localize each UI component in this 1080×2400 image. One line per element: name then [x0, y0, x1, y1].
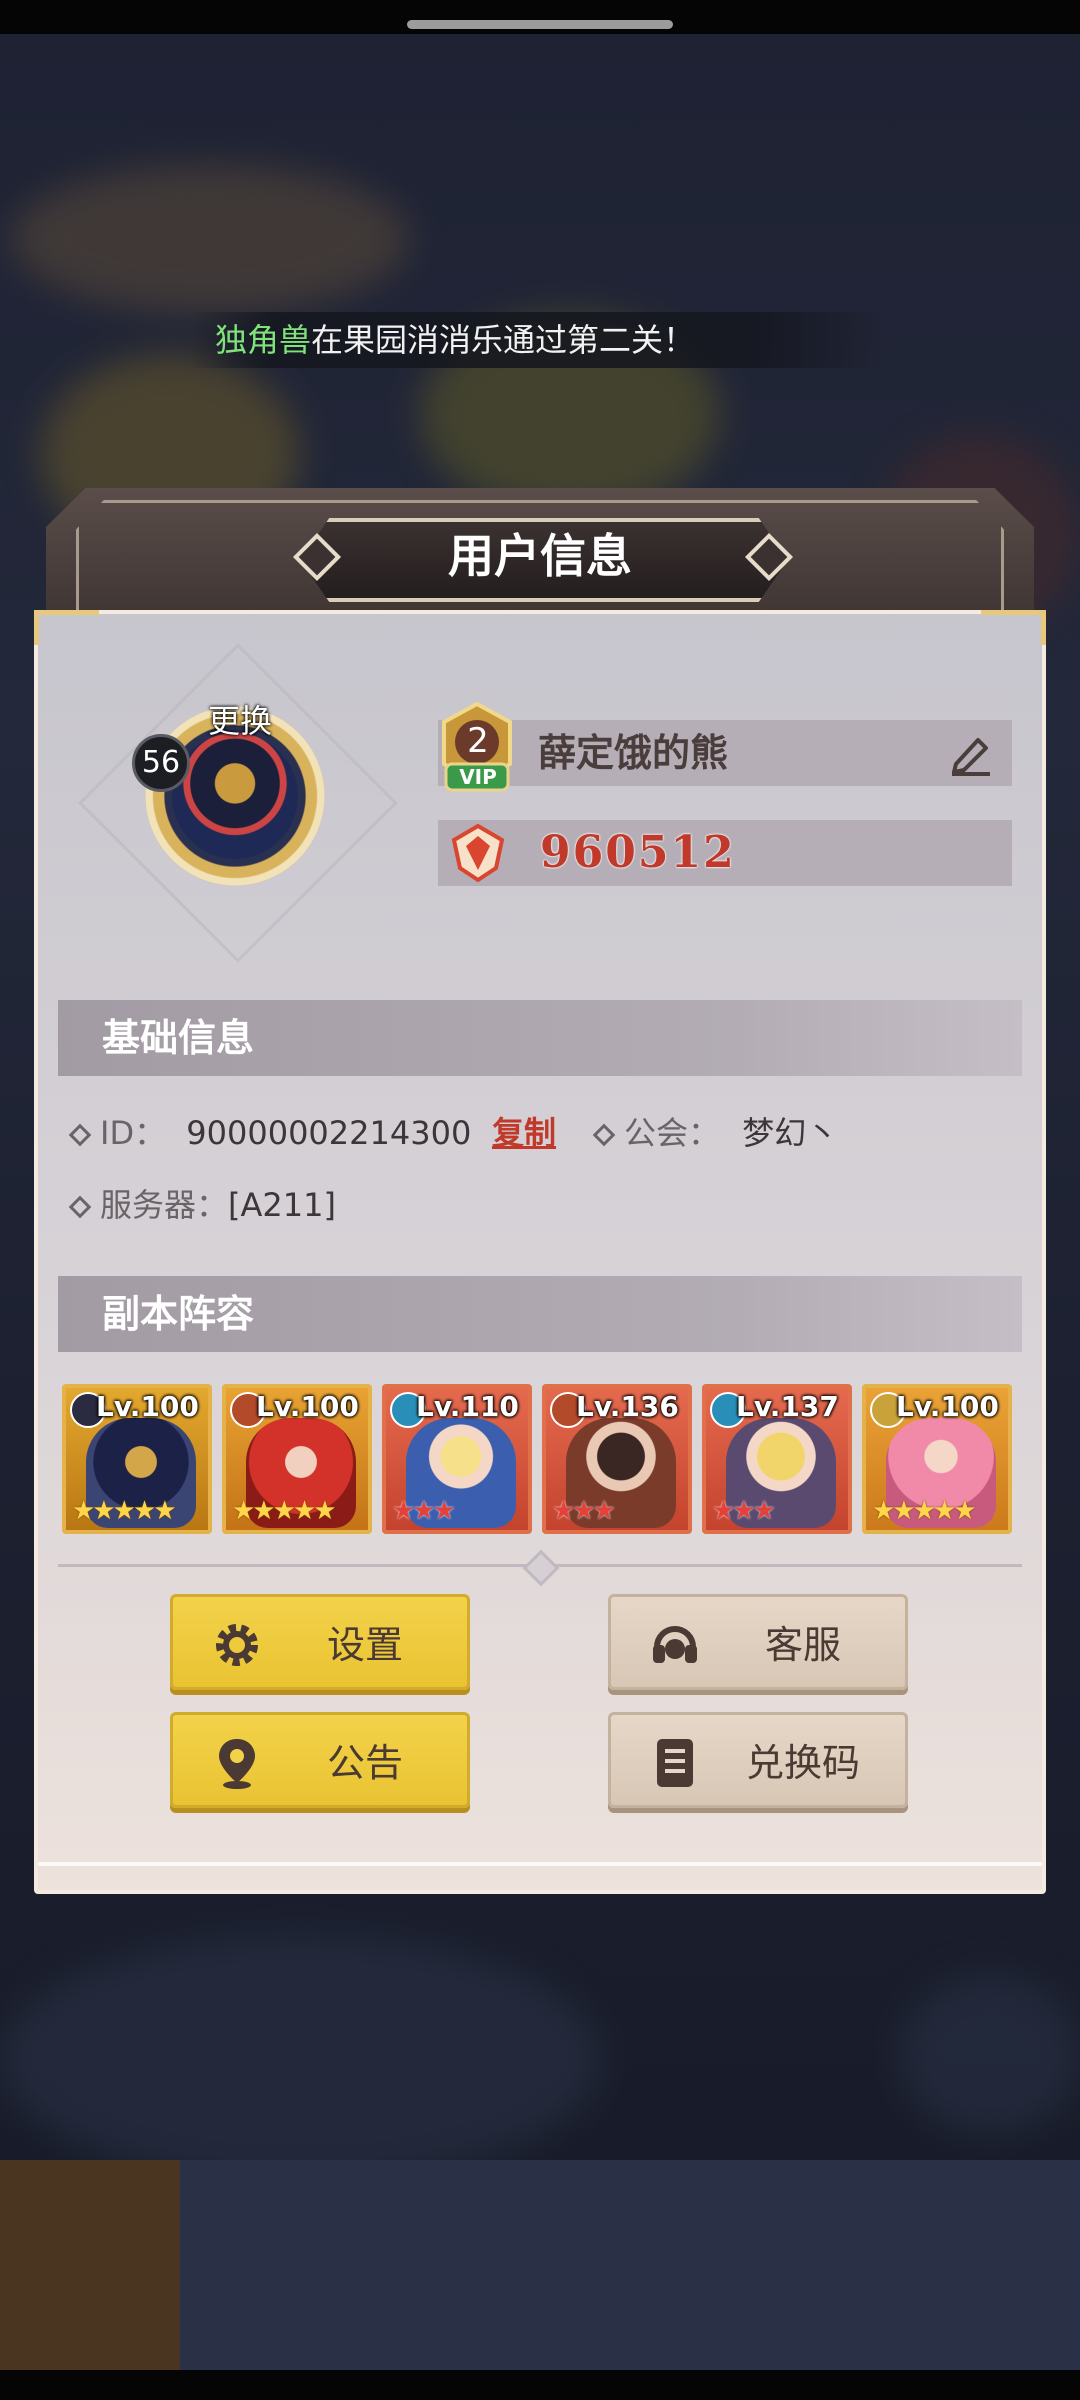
change-avatar-button[interactable]: 更换 [200, 696, 280, 742]
basic-info-header: 基础信息 [58, 1000, 1022, 1076]
id-row: ID： 90000002214300 [68, 1108, 472, 1158]
basic-info-heading: 基础信息 [102, 1016, 255, 1060]
announcement-button[interactable]: 公告 [170, 1712, 470, 1808]
hero-stars: ★★★★★ [232, 1496, 337, 1526]
redeem-code-button[interactable]: 兑换码 [608, 1712, 908, 1808]
hero-level: Lv.100 [256, 1390, 359, 1423]
power-gem-icon [451, 823, 505, 883]
hero-slot-6[interactable]: Lv.100 ★★★★★ [862, 1384, 1012, 1534]
hero-level: Lv.136 [576, 1390, 679, 1423]
hero-level: Lv.110 [416, 1390, 519, 1423]
server-row: 服务器：[A211] [68, 1180, 336, 1230]
broadcast-ticker: 独角兽在果园消消乐通过第二关！ [190, 312, 890, 368]
hero-level: Lv.100 [896, 1390, 999, 1423]
username: 薛定饿的熊 [538, 731, 729, 775]
edit-name-icon[interactable] [946, 728, 996, 778]
hero-slot-2[interactable]: Lv.100 ★★★★★ [222, 1384, 372, 1534]
hero-stars: ★★★★★ [872, 1496, 977, 1526]
notch-pill [407, 20, 673, 29]
server-value: [A211] [228, 1186, 336, 1224]
support-button[interactable]: 客服 [608, 1594, 908, 1690]
hero-level: Lv.137 [736, 1390, 839, 1423]
game-bottom-nav [0, 2160, 1080, 2370]
vip-level: 2 [467, 721, 489, 761]
hero-stars: ★★★ [712, 1496, 776, 1526]
ticker-player-name: 独角兽 [215, 321, 312, 359]
id-label: ID： [100, 1114, 167, 1152]
announcement-label: 公告 [326, 1741, 403, 1785]
lineup-header: 副本阵容 [58, 1276, 1022, 1352]
bullet-icon [592, 1123, 616, 1147]
settings-label: 设置 [326, 1623, 403, 1667]
settings-button[interactable]: 设置 [170, 1594, 470, 1690]
headset-icon [653, 1626, 697, 1663]
hero-slot-5[interactable]: Lv.137 ★★★ [702, 1384, 852, 1534]
hero-stars: ★★★ [552, 1496, 616, 1526]
hero-stars: ★★★★★ [72, 1496, 177, 1526]
lineup-heading: 副本阵容 [102, 1292, 255, 1336]
server-label: 服务器： [100, 1186, 229, 1224]
id-value: 90000002214300 [186, 1114, 472, 1152]
hero-stars: ★★★ [392, 1496, 456, 1526]
vip-label: VIP [459, 765, 497, 789]
hero-slot-4[interactable]: Lv.136 ★★★ [542, 1384, 692, 1534]
bullet-icon [68, 1123, 92, 1147]
guild-row: 公会： 梦幻丶 [592, 1108, 839, 1158]
power-value: 960512 [540, 827, 736, 878]
support-label: 客服 [764, 1623, 841, 1667]
guild-label: 公会： [624, 1114, 721, 1152]
avatar[interactable] [172, 733, 298, 859]
hero-level: Lv.100 [96, 1390, 199, 1423]
gear-icon [216, 1624, 258, 1666]
redeem-code-label: 兑换码 [745, 1741, 860, 1785]
ticker-message: 在果园消消乐通过第二关！ [311, 321, 696, 359]
hero-slot-1[interactable]: Lv.100 ★★★★★ [62, 1384, 212, 1534]
bullet-icon [68, 1195, 92, 1219]
dialog-title: 用户信息 [448, 529, 632, 583]
hero-slot-3[interactable]: Lv.110 ★★★ [382, 1384, 532, 1534]
copy-id-button[interactable]: 复制 [492, 1108, 556, 1158]
guild-value: 梦幻丶 [742, 1114, 839, 1152]
player-level-badge: 56 [132, 734, 190, 792]
code-book-icon [657, 1739, 693, 1787]
location-pin-icon [219, 1739, 255, 1789]
system-nav-bar [0, 2370, 1080, 2400]
status-bar [0, 0, 1080, 34]
